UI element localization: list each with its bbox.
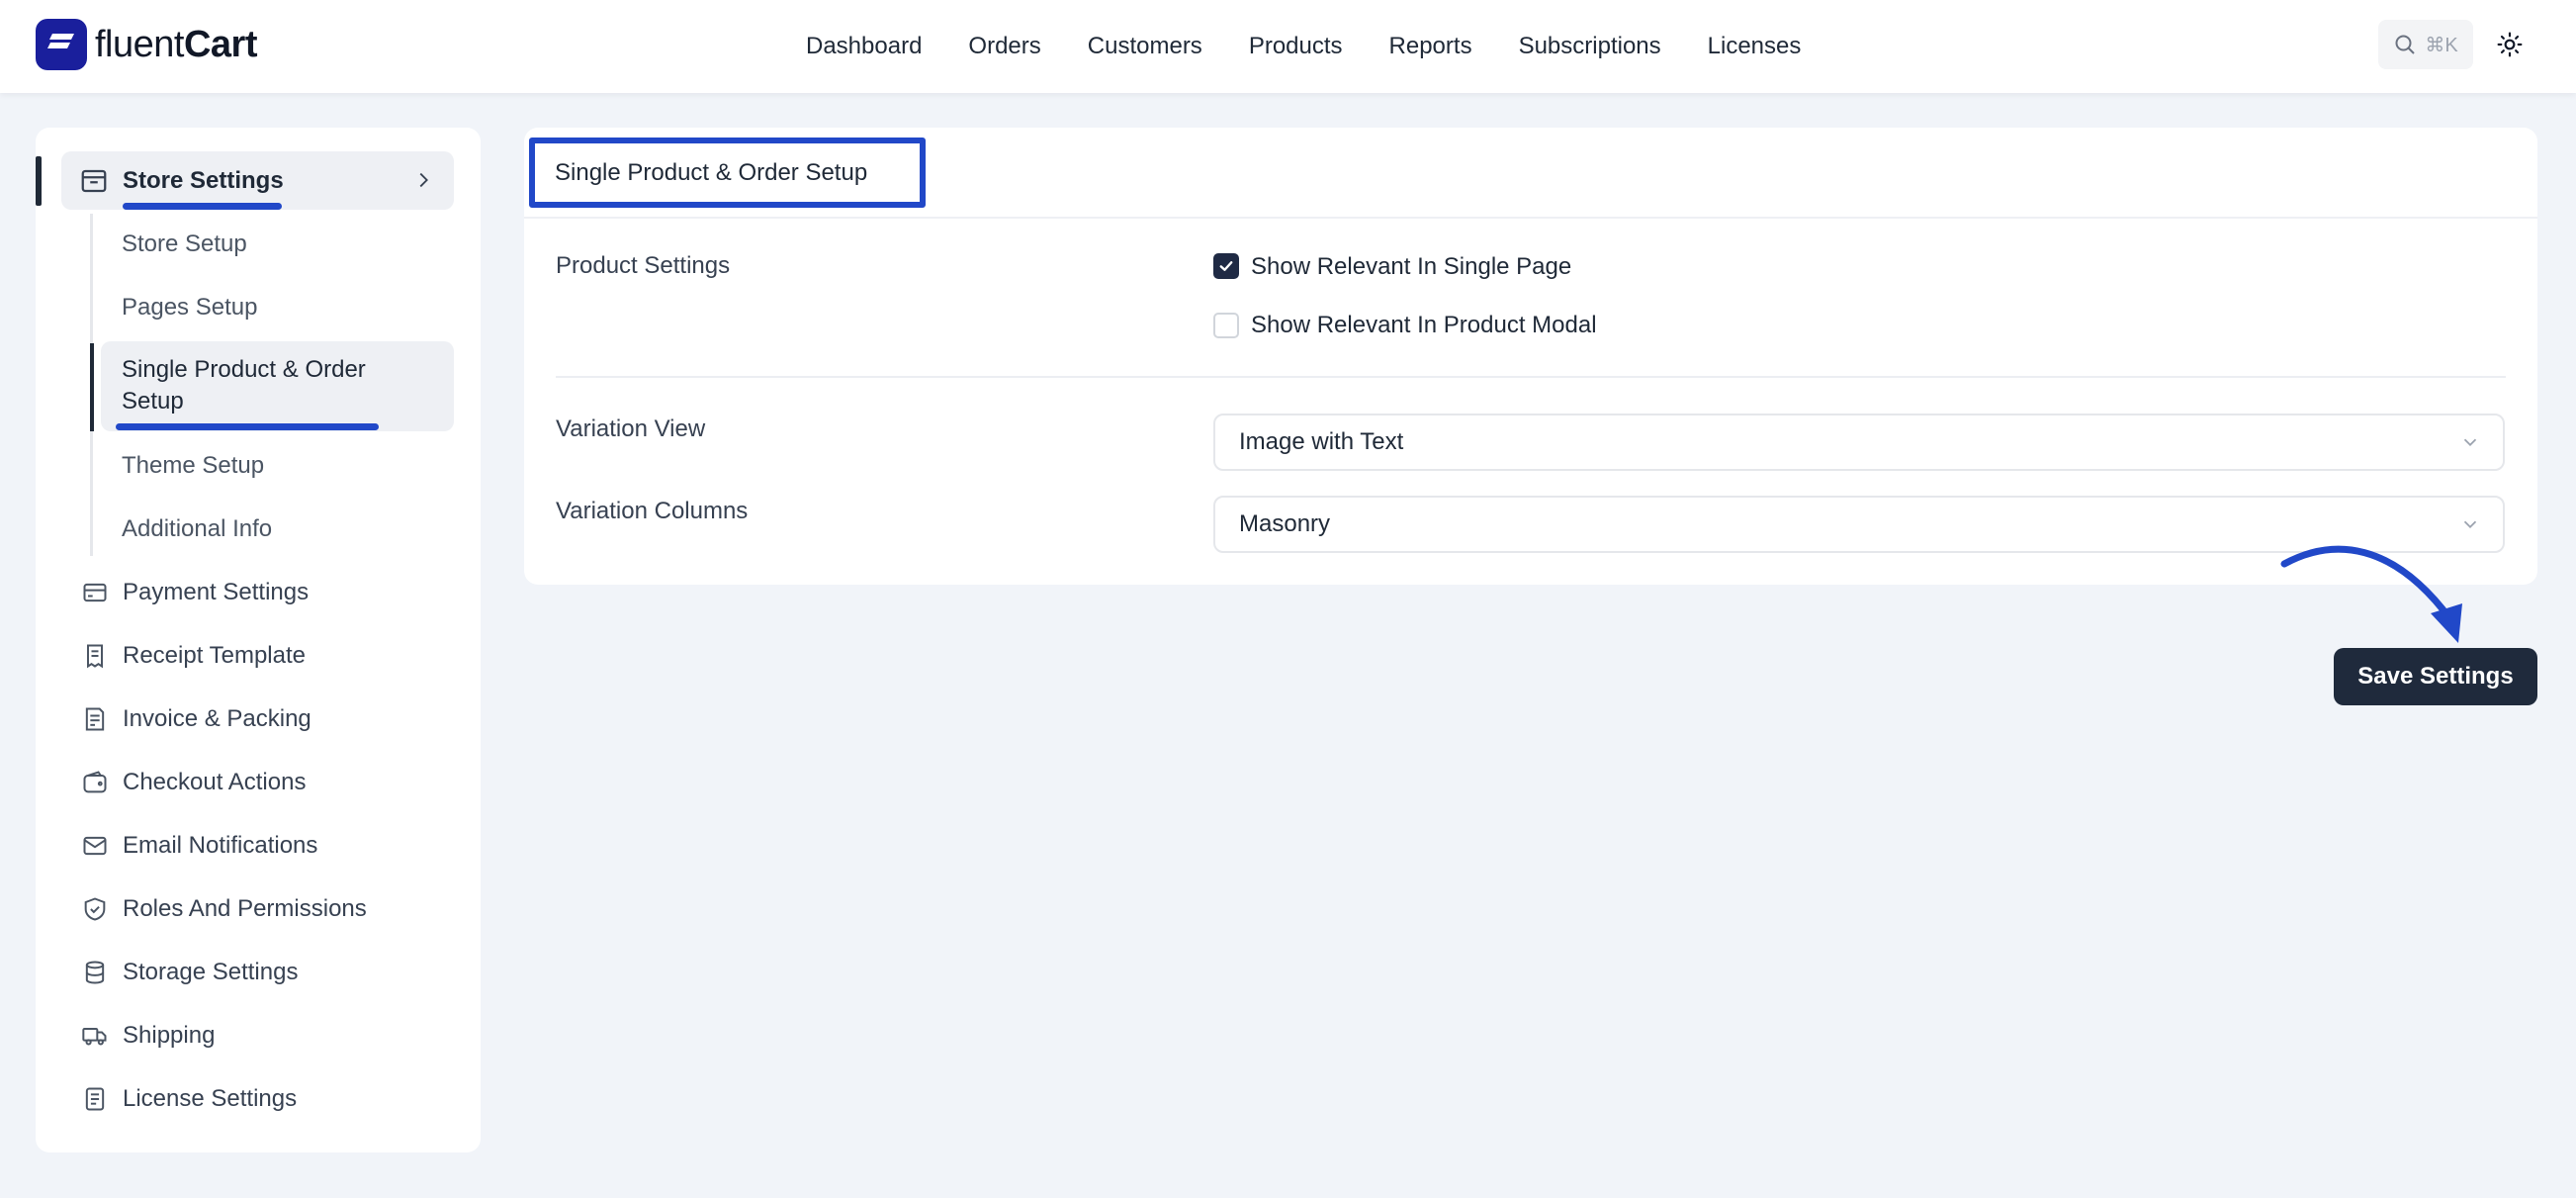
sidebar-item-checkout-actions[interactable]: Checkout Actions <box>79 765 306 800</box>
sidebar-subitem-theme-setup[interactable]: Theme Setup <box>122 452 264 480</box>
mail-icon <box>79 830 111 862</box>
variation-view-label: Variation View <box>556 415 706 442</box>
logo-prefix: fluent <box>95 23 184 65</box>
sidebar-subitem-pages-setup[interactable]: Pages Setup <box>122 294 257 322</box>
sidebar-item-roles-permissions[interactable]: Roles And Permissions <box>79 891 367 927</box>
sidebar-item-label: Email Notifications <box>123 832 318 859</box>
logo-suffix: Cart <box>183 23 258 65</box>
nav-products[interactable]: Products <box>1249 33 1343 60</box>
sidebar-item-shipping[interactable]: Shipping <box>79 1018 215 1054</box>
receipt-icon <box>79 640 111 672</box>
tab-label: Single Product & Order Setup <box>555 158 868 186</box>
logo-text: fluentCart <box>95 23 258 66</box>
sidebar-item-store-settings[interactable]: Store Settings <box>61 151 454 210</box>
variation-columns-label: Variation Columns <box>556 498 749 524</box>
variation-view-select[interactable]: Image with Text <box>1213 414 2505 471</box>
sidebar-subitem-label: Single Product & Order Setup <box>122 356 366 415</box>
sidebar-item-label: Invoice & Packing <box>123 705 311 732</box>
sidebar-item-invoice-packing[interactable]: Invoice & Packing <box>79 701 311 737</box>
top-bar: fluentCart Dashboard Orders Customers Pr… <box>0 0 2576 93</box>
sidebar-item-label: Roles And Permissions <box>123 895 367 922</box>
search-button[interactable]: ⌘K <box>2378 20 2473 69</box>
variation-columns-value: Masonry <box>1239 510 1331 537</box>
sidebar-item-label: Storage Settings <box>123 959 299 985</box>
invoice-icon <box>79 703 111 735</box>
show-relevant-single-page-checkbox[interactable] <box>1213 253 1239 279</box>
highlight-underline <box>123 203 282 210</box>
nav-orders[interactable]: Orders <box>968 33 1040 60</box>
sidebar-item-label: Payment Settings <box>123 579 310 605</box>
sidebar-item-label: Shipping <box>123 1022 216 1049</box>
section-divider <box>556 376 2506 378</box>
curved-arrow-icon <box>2280 545 2462 643</box>
wallet-icon <box>79 767 111 798</box>
fluentcart-logo-icon <box>36 19 87 70</box>
show-relevant-product-modal-checkbox[interactable] <box>1213 313 1239 338</box>
search-shortcut: ⌘K <box>2425 34 2458 56</box>
chevron-down-icon <box>2463 438 2477 447</box>
theme-toggle[interactable] <box>2493 28 2527 61</box>
credit-card-icon <box>79 577 111 608</box>
check-icon <box>1219 261 1233 271</box>
highlight-underline <box>116 423 379 430</box>
nav-licenses[interactable]: Licenses <box>1708 33 1802 60</box>
truck-icon <box>79 1020 111 1052</box>
sidebar-item-payment-settings[interactable]: Payment Settings <box>79 575 309 610</box>
sidebar-subitem-additional-info[interactable]: Additional Info <box>122 515 272 543</box>
sidebar-item-label: Store Settings <box>123 166 284 194</box>
active-subitem-indicator <box>90 343 94 431</box>
sidebar-item-receipt-template[interactable]: Receipt Template <box>79 638 306 674</box>
sun-icon <box>2497 32 2523 57</box>
document-icon <box>79 1083 111 1115</box>
logo[interactable]: fluentCart <box>36 18 258 71</box>
chevron-down-icon <box>2463 520 2477 529</box>
database-icon <box>79 957 111 988</box>
search-icon <box>2395 35 2416 54</box>
store-icon <box>81 169 107 192</box>
chevron-right-icon <box>419 172 428 188</box>
shield-check-icon <box>79 893 111 925</box>
nav-subscriptions[interactable]: Subscriptions <box>1519 33 1661 60</box>
show-relevant-product-modal-label[interactable]: Show Relevant In Product Modal <box>1251 312 1597 339</box>
sidebar-item-label: Receipt Template <box>123 642 306 669</box>
product-settings-label: Product Settings <box>556 252 731 279</box>
sidebar-item-email-notifications[interactable]: Email Notifications <box>79 828 317 864</box>
sidebar-subitem-store-setup[interactable]: Store Setup <box>122 230 247 258</box>
sidebar-item-label: Checkout Actions <box>123 769 307 795</box>
nav-customers[interactable]: Customers <box>1088 33 1202 60</box>
active-section-indicator <box>36 156 42 206</box>
main-nav: Dashboard Orders Customers Products Repo… <box>806 0 1847 93</box>
tab-single-product-order-setup[interactable]: Single Product & Order Setup <box>529 138 926 208</box>
nav-dashboard[interactable]: Dashboard <box>806 33 922 60</box>
nav-reports[interactable]: Reports <box>1389 33 1472 60</box>
sidebar-item-label: License Settings <box>123 1085 298 1112</box>
save-settings-button[interactable]: Save Settings <box>2334 648 2537 705</box>
variation-view-value: Image with Text <box>1239 428 1404 455</box>
sidebar-item-license-settings[interactable]: License Settings <box>79 1081 297 1117</box>
sidebar-item-storage-settings[interactable]: Storage Settings <box>79 955 298 990</box>
panel-header-divider <box>524 217 2537 219</box>
show-relevant-single-page-label[interactable]: Show Relevant In Single Page <box>1251 253 1571 281</box>
